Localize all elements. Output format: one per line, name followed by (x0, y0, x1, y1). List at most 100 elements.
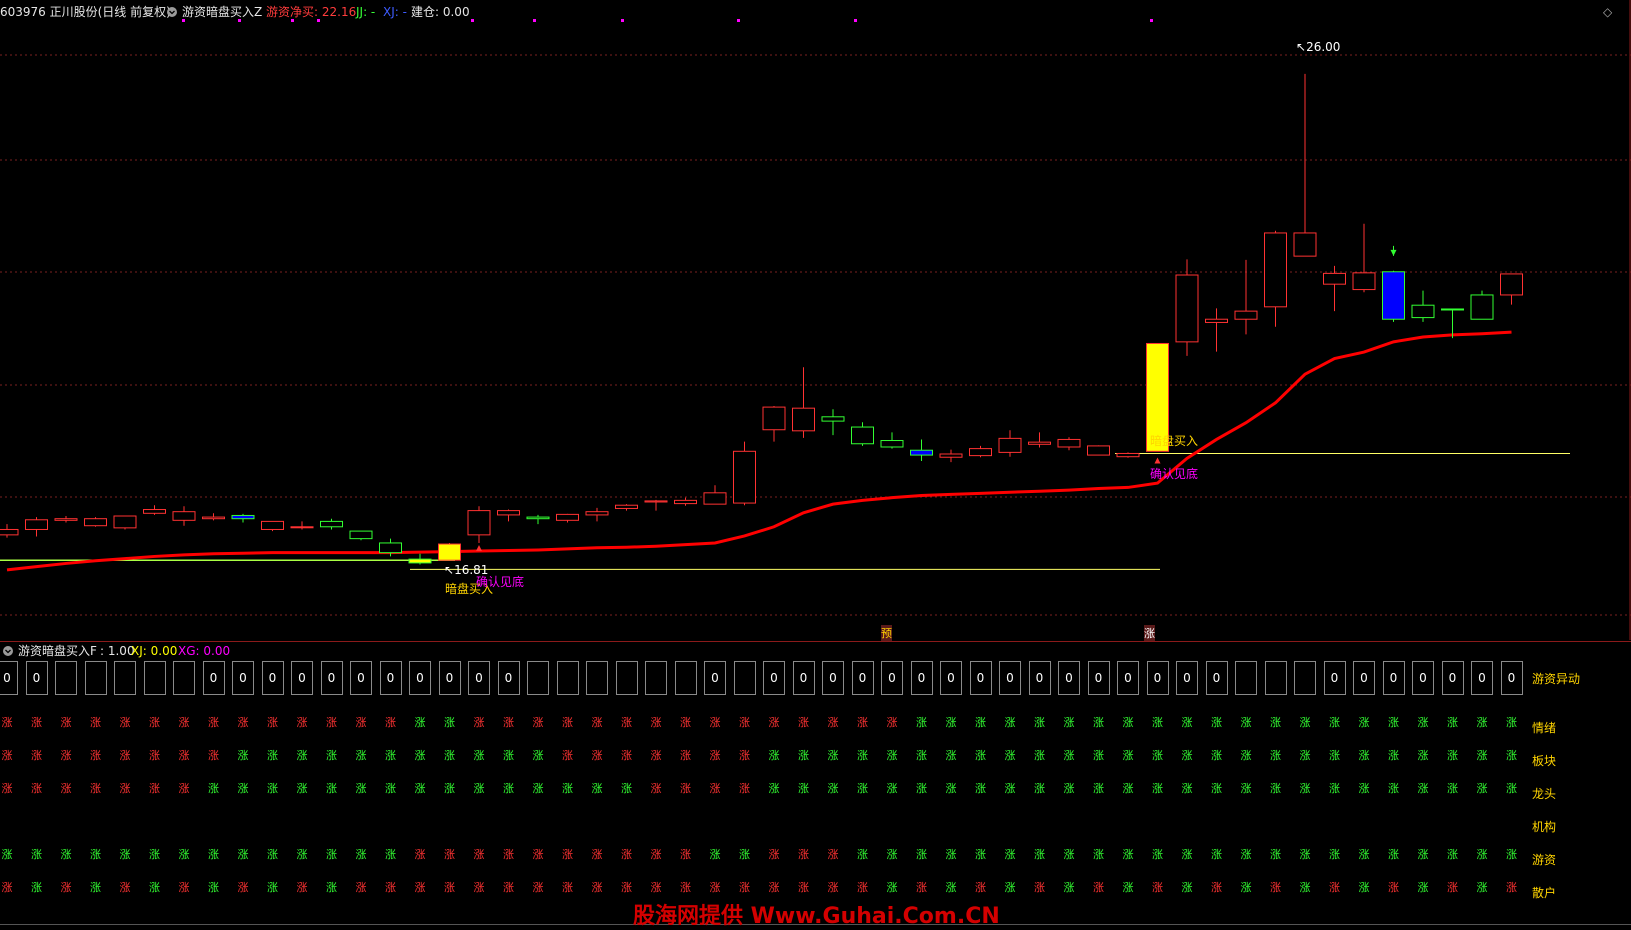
signal-char-longtou: 涨 (1299, 782, 1311, 795)
signal-char-youzi: 涨 (1358, 848, 1370, 861)
candle (644, 499, 668, 511)
row-label-qingxu: 情绪 (1532, 721, 1557, 735)
signal-box: 0 (438, 661, 461, 695)
candle (1470, 290, 1494, 320)
signal-char-qingxu: 涨 (296, 716, 308, 729)
signal-char-bankuai: 涨 (1447, 749, 1458, 762)
candle-body (1205, 318, 1228, 323)
signal-box (84, 661, 107, 695)
signal-box (586, 661, 608, 695)
candle-body (1234, 310, 1258, 320)
signal-box: 0 (468, 661, 490, 695)
signal-char-qingxu: 涨 (1476, 716, 1488, 729)
signal-char-longtou: 涨 (149, 782, 160, 795)
signal-char-sanhu: 涨 (650, 881, 662, 894)
signal-char-longtou: 涨 (1506, 782, 1517, 795)
signal-char-bankuai: 涨 (1270, 749, 1281, 762)
candle-body (1087, 445, 1110, 456)
candle-body (1352, 272, 1376, 291)
indicator-name[interactable]: 游资暗盘买入Z (182, 4, 262, 20)
signal-char-longtou: 涨 (1329, 782, 1340, 795)
candle-body (290, 526, 314, 529)
candle (231, 513, 255, 523)
signal-char-bankuai: 涨 (355, 749, 367, 762)
candle-body (1411, 304, 1435, 319)
signal-char-youzi: 涨 (1122, 848, 1134, 861)
signal-char-qingxu: 涨 (1063, 716, 1075, 729)
signal-char-qingxu: 涨 (237, 716, 249, 729)
signal-char-qingxu: 涨 (1358, 716, 1370, 729)
signal-char-qingxu: 涨 (414, 716, 426, 729)
signal-char-bankuai: 涨 (1063, 749, 1075, 762)
candle (703, 485, 727, 505)
signal-box: 0 (704, 661, 726, 695)
confirm-bottom-label-1: 确认见底 (476, 575, 525, 589)
signal-char-youzi: 涨 (1240, 848, 1252, 861)
signal-char-sanhu: 涨 (326, 881, 337, 894)
signal-char-sanhu: 涨 (355, 881, 367, 894)
candle-body (674, 499, 697, 505)
signal-char-qingxu: 涨 (768, 716, 780, 729)
candle-body (84, 518, 107, 527)
signal-char-longtou: 涨 (1240, 782, 1252, 795)
signal-char-longtou: 涨 (1034, 782, 1045, 795)
lower-gear-icon[interactable] (2, 643, 14, 659)
signal-char-bankuai: 涨 (709, 749, 721, 762)
candle-body (261, 520, 284, 530)
signal-box: 0 (409, 661, 431, 695)
candle-body (379, 542, 402, 554)
lower-indicator-name[interactable]: 游资暗盘买入F (18, 643, 97, 659)
rise-marker: 涨 (1144, 625, 1155, 641)
signal-char-longtou: 涨 (473, 782, 485, 795)
candle-body (143, 509, 166, 514)
high-price-label: ↖26.00 (1296, 40, 1341, 54)
signal-char-longtou: 涨 (1063, 782, 1075, 795)
signal-char-qingxu: 涨 (119, 716, 131, 729)
signal-char-qingxu: 涨 (31, 716, 42, 729)
signal-box: 0 (1353, 661, 1375, 695)
candle (84, 517, 107, 527)
candle-body (54, 518, 78, 521)
candle-body (851, 426, 874, 445)
signal-char-bankuai: 涨 (768, 749, 780, 762)
signal-char-longtou: 涨 (1122, 782, 1134, 795)
diamond-icon[interactable]: ◇ (1603, 4, 1612, 20)
panel-divider[interactable] (0, 641, 1631, 642)
signal-char-bankuai: 涨 (916, 749, 927, 762)
signal-char-sanhu: 涨 (709, 881, 721, 894)
gear-icon[interactable] (166, 4, 178, 20)
signal-char-qingxu: 涨 (1447, 716, 1458, 729)
signal-box: 0 (881, 661, 903, 695)
signal-box: 0 (261, 661, 284, 695)
signal-char-bankuai: 涨 (237, 749, 249, 762)
signal-box: 0 (1382, 661, 1405, 695)
signal-char-longtou: 涨 (267, 782, 278, 795)
candle (467, 506, 491, 543)
signal-char-bankuai: 涨 (591, 749, 603, 762)
signal-char-qingxu: 涨 (1004, 716, 1016, 729)
candle-body (969, 448, 992, 457)
stock-title: 603976 正川股份(日线 前复权) (0, 5, 171, 19)
candle (1323, 265, 1346, 312)
signal-char-bankuai: 涨 (798, 749, 809, 762)
signal-char-qingxu: 涨 (178, 716, 190, 729)
signal-box: 0 (350, 661, 372, 695)
signal-char-sanhu: 涨 (1447, 881, 1458, 894)
signal-char-sanhu: 涨 (1004, 881, 1016, 894)
signal-char-youzi: 涨 (798, 848, 809, 861)
signal-char-bankuai: 涨 (1299, 749, 1311, 762)
candle (1028, 432, 1051, 448)
signal-char-youzi: 涨 (1506, 848, 1517, 861)
signal-char-youzi: 涨 (503, 848, 514, 861)
candle (1411, 290, 1435, 322)
signal-char-sanhu: 涨 (90, 881, 101, 894)
candle (438, 542, 461, 561)
candlestick-chart[interactable] (0, 0, 1631, 640)
signal-char-longtou: 涨 (326, 782, 337, 795)
signal-char-sanhu: 涨 (1034, 881, 1045, 894)
candle (172, 506, 196, 526)
signal-arrow (1154, 457, 1161, 464)
signal-char-bankuai: 涨 (119, 749, 131, 762)
signal-char-sanhu: 涨 (886, 881, 898, 894)
signal-char-youzi: 涨 (768, 848, 780, 861)
